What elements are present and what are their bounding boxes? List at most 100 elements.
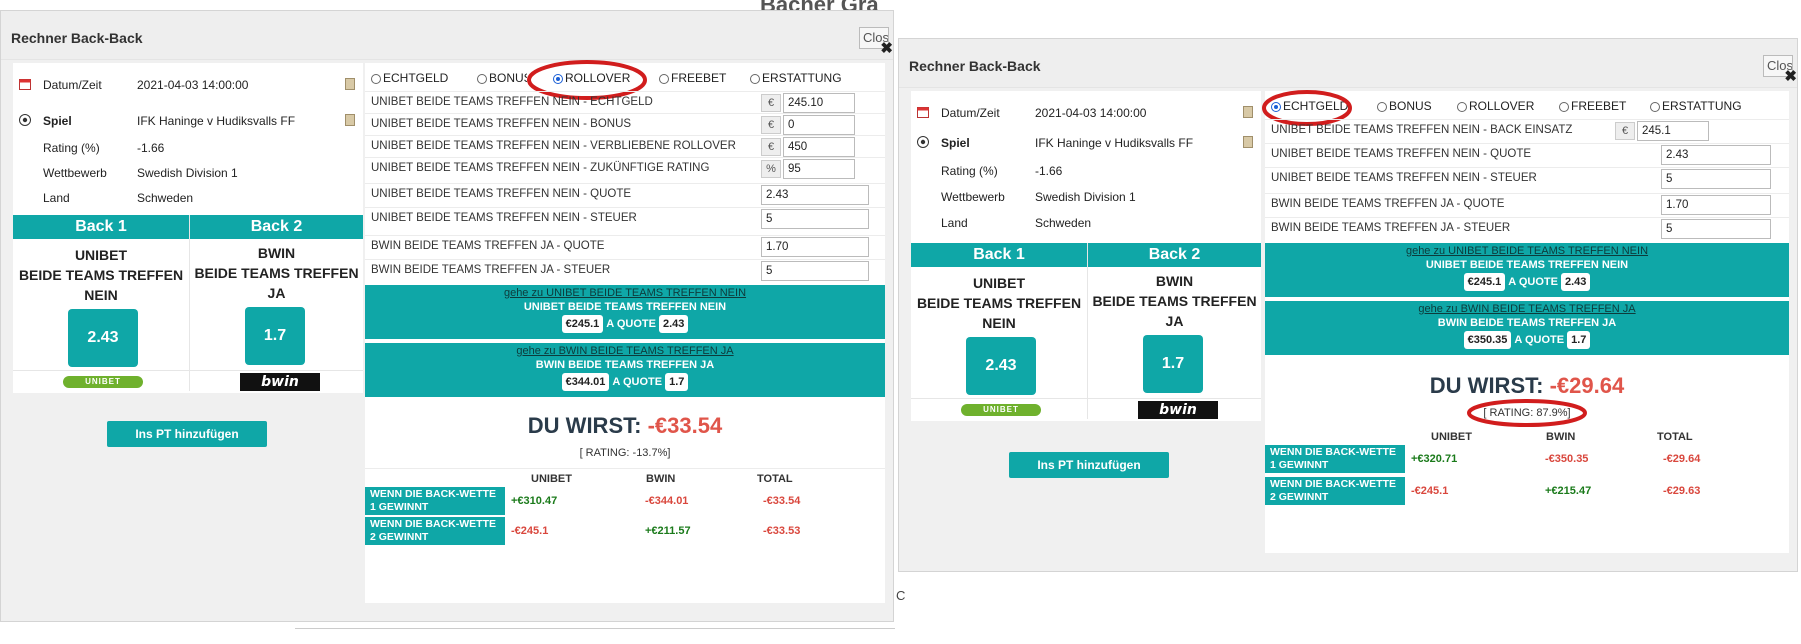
field-row: UNIBET BEIDE TEAMS TREFFEN NEIN - STEUER… [1265,167,1789,190]
radio-circle[interactable] [750,74,760,84]
country-label: Land [43,191,70,205]
field-input[interactable]: 95 [783,159,855,179]
field-input[interactable]: 1.70 [1661,195,1771,215]
dialog-titlebar[interactable]: Rechner Back-Back Close ✖ [899,39,1797,88]
goto-stake-line-2: €350.35 A QUOTE 1.7 [1265,331,1789,351]
a-quote-label: A QUOTE [612,376,663,388]
field-input[interactable]: 450 [783,137,855,157]
calculator-panel: ECHTGELD BONUS ROLLOVER FREEBET ERSTATTU… [365,60,885,603]
table-header-bwin: BWIN [646,473,676,485]
goto-name-2: BWIN BEIDE TEAMS TREFFEN JA [1437,317,1617,329]
stake-pill: €245.1 [561,315,604,333]
table-row-label: WENN DIE BACK-WETTE 2 GEWINNT [365,517,505,545]
back-1-bookmaker: UNIBET [972,275,1026,291]
goto-link-2[interactable]: gehe zu BWIN BEIDE TEAMS TREFFEN JA [1265,303,1789,315]
field-input[interactable]: 245.10 [783,93,855,113]
radio-circle[interactable] [1377,102,1387,112]
field-input[interactable]: 5 [761,209,869,229]
back-1-header: Back 1 [911,243,1087,267]
rating-label: Rating (%) [941,164,998,178]
radio-circle[interactable] [659,74,669,84]
field-label: UNIBET BEIDE TEAMS TREFFEN NEIN - ZUKÜNF… [371,162,710,174]
goto-link-1[interactable]: gehe zu UNIBET BEIDE TEAMS TREFFEN NEIN [365,287,885,299]
radio-bonus[interactable]: BONUS [1377,99,1432,113]
back-1-logo-row: UNIBET [13,370,189,393]
radio-circle[interactable] [1650,102,1660,112]
unibet-logo[interactable]: UNIBET [63,376,143,388]
dialog-title: Rechner Back-Back [909,58,1041,74]
soccer-ball-icon [19,114,31,126]
field-label: BWIN BEIDE TEAMS TREFFEN JA - QUOTE [371,240,605,252]
game-value: IFK Haninge v Hudiksvalls FF [1035,136,1194,150]
back-2-market: BEIDE TEAMS TREFFEN [194,265,359,281]
table-cell-bwin: -€344.01 [645,495,689,507]
field-row: UNIBET BEIDE TEAMS TREFFEN NEIN - QUOTE … [365,183,885,206]
table-cell-total: -€33.54 [763,495,801,507]
info-row-date: Datum/Zeit 2021-04-03 14:00:00 [13,75,363,95]
radio-circle[interactable] [1559,102,1569,112]
unibet-logo[interactable]: UNIBET [961,404,1041,416]
field-input[interactable]: 5 [1661,219,1771,239]
country-label: Land [941,216,968,230]
field-row: UNIBET BEIDE TEAMS TREFFEN NEIN - QUOTE … [1265,143,1789,166]
radio-rollover[interactable]: ROLLOVER [1457,99,1534,113]
table-row-label: WENN DIE BACK-WETTE 2 GEWINNT [1265,477,1405,505]
bwin-logo[interactable]: bwin [1138,401,1218,419]
odds-pill: 1.7 [1567,331,1591,349]
back-2-market: BEIDE TEAMS TREFFEN [1092,293,1257,309]
radio-circle[interactable] [1457,102,1467,112]
field-label: UNIBET BEIDE TEAMS TREFFEN NEIN - BONUS [371,118,632,130]
field-label: UNIBET BEIDE TEAMS TREFFEN NEIN - QUOTE [1271,148,1532,160]
bwin-logo[interactable]: bwin [240,373,320,391]
currency-unit: € [761,116,781,134]
back-2-selection: JA [267,285,286,301]
close-icon[interactable]: ✖ [880,39,893,57]
field-input[interactable]: 0 [783,115,855,135]
calculator-dialog-2: Rechner Back-Back Close ✖ Datum/Zeit 202… [898,38,1798,572]
back-1-column: Back 1 UNIBET BEIDE TEAMS TREFFEN NEIN 2… [911,243,1088,419]
background-divider [295,628,895,629]
edit-icon[interactable] [345,114,355,126]
edit-icon[interactable] [1243,106,1253,118]
back-1-market: BEIDE TEAMS TREFFEN [916,295,1082,311]
field-input[interactable]: 2.43 [761,185,869,205]
radio-circle[interactable] [477,74,487,84]
edit-icon[interactable] [345,78,355,90]
goto-link-2[interactable]: gehe zu BWIN BEIDE TEAMS TREFFEN JA [365,345,885,357]
radio-erstattung[interactable]: ERSTATTUNG [1650,99,1742,113]
back-1-column: Back 1 UNIBET BEIDE TEAMS TREFFEN NEIN 2… [13,215,190,391]
calendar-icon [917,106,929,118]
game-label: Spiel [941,136,970,150]
goto-stake-line-1: €245.1 A QUOTE 2.43 [1265,273,1789,293]
field-input[interactable]: 5 [761,261,869,281]
add-to-pt-button[interactable]: Ins PT hinzufügen [1009,452,1169,478]
back-2-selection: JA [1165,313,1184,329]
radio-echtgeld[interactable]: ECHTGELD [371,71,448,85]
radio-freebet[interactable]: FREEBET [1559,99,1626,113]
radio-erstattung[interactable]: ERSTATTUNG [750,71,842,85]
field-input[interactable]: 2.43 [1661,145,1771,165]
country-value: Schweden [1035,216,1092,230]
field-label: BWIN BEIDE TEAMS TREFFEN JA - STEUER [371,264,611,276]
field-input[interactable]: 1.70 [761,237,869,257]
result-label: DU WIRST: [1429,373,1544,398]
radio-bonus[interactable]: BONUS [477,71,527,85]
info-row-game: Spiel IFK Haninge v Hudiksvalls FF [13,111,363,131]
radio-circle[interactable] [371,74,381,84]
a-quote-label: A QUOTE [606,318,656,330]
dialog-titlebar[interactable]: Rechner Back-Back Close ✖ [1,11,893,60]
close-icon[interactable]: ✖ [1784,67,1797,85]
field-row: UNIBET BEIDE TEAMS TREFFEN NEIN - VERBLI… [365,135,885,158]
goto-link-1[interactable]: gehe zu UNIBET BEIDE TEAMS TREFFEN NEIN [1265,245,1789,257]
edit-icon[interactable] [1243,136,1253,148]
odds-pill: 1.7 [665,373,689,391]
radio-freebet[interactable]: FREEBET [659,71,726,85]
calculator-panel: ECHTGELD BONUS ROLLOVER FREEBET ERSTATTU… [1262,90,1789,553]
field-input[interactable]: 5 [1661,169,1771,189]
field-label: BWIN BEIDE TEAMS TREFFEN JA - QUOTE [1271,198,1505,210]
game-value: IFK Haninge v Hudiksvalls FF [137,114,296,128]
table-divider [365,468,885,469]
rating-label: Rating (%) [43,141,100,155]
add-to-pt-button[interactable]: Ins PT hinzufügen [107,421,267,447]
field-input[interactable]: 245.1 [1637,121,1709,141]
